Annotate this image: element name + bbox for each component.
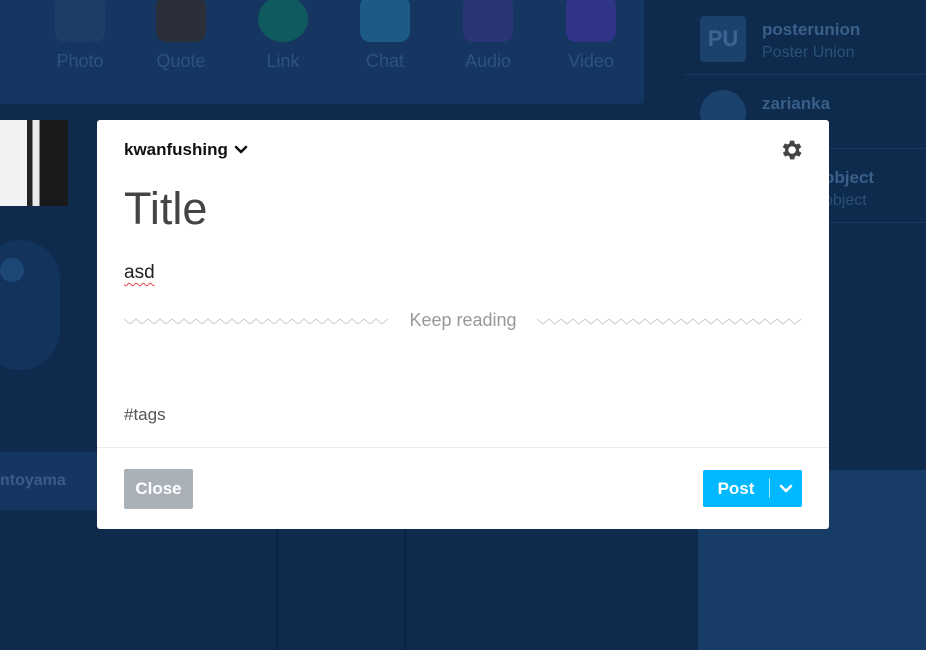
post-type-chat[interactable]: Chat [345, 0, 425, 72]
blog-name: kwanfushing [124, 140, 228, 159]
gear-icon[interactable] [778, 137, 804, 163]
quote-icon [156, 0, 206, 42]
video-camera-icon [566, 0, 616, 42]
post-button-group: Post [703, 470, 802, 507]
avatar: PU [700, 16, 746, 62]
mascot-eye [0, 258, 24, 282]
post-type-label: Audio [464, 51, 512, 71]
post-body-editor[interactable]: asd [124, 262, 155, 284]
chat-icon [360, 0, 410, 42]
read-more-divider[interactable]: Keep reading [124, 308, 802, 334]
post-type-label: Quote [156, 51, 206, 71]
title-input[interactable]: Title [124, 186, 207, 231]
blog-name: zarianka [762, 94, 831, 113]
chevron-down-icon [779, 484, 793, 492]
post-type-quote[interactable]: Quote [141, 0, 221, 72]
post-type-video[interactable]: Video [551, 0, 631, 72]
post-type-audio[interactable]: Audio [448, 0, 528, 72]
post-image-grid [0, 520, 680, 650]
close-button[interactable]: Close [124, 469, 193, 509]
post-type-label: Video [568, 51, 614, 71]
post-type-label: Photo [56, 51, 104, 71]
blog-title: object [824, 192, 867, 209]
footer-divider [97, 447, 829, 448]
camera-icon [55, 0, 105, 42]
post-type-link[interactable]: Link [243, 0, 323, 72]
link-icon [258, 0, 308, 42]
blog-name: posterunion [762, 20, 861, 39]
chevron-down-icon [234, 145, 248, 154]
post-author-name: ntoyama [0, 472, 66, 489]
zigzag-divider-right [537, 318, 802, 325]
blog-title: Poster Union [762, 44, 855, 61]
post-type-bar: Photo Quote Link Chat Audio Video [0, 0, 644, 104]
post-button[interactable]: Post [703, 470, 769, 507]
headphones-icon [463, 0, 513, 42]
tags-input[interactable]: #tags [124, 405, 166, 425]
blog-selector[interactable]: kwanfushing [124, 140, 248, 160]
blog-name: object [824, 168, 875, 187]
recommended-blog[interactable]: PU posterunion Poster Union [684, 0, 926, 75]
post-options-dropdown[interactable] [770, 470, 802, 507]
post-type-label: Chat [365, 51, 405, 71]
post-type-label: Link [266, 51, 300, 71]
post-thumbnail [0, 120, 68, 206]
post-type-photo[interactable]: Photo [40, 0, 120, 72]
text-post-composer: kwanfushing Title asd Keep reading #tags… [97, 120, 829, 529]
